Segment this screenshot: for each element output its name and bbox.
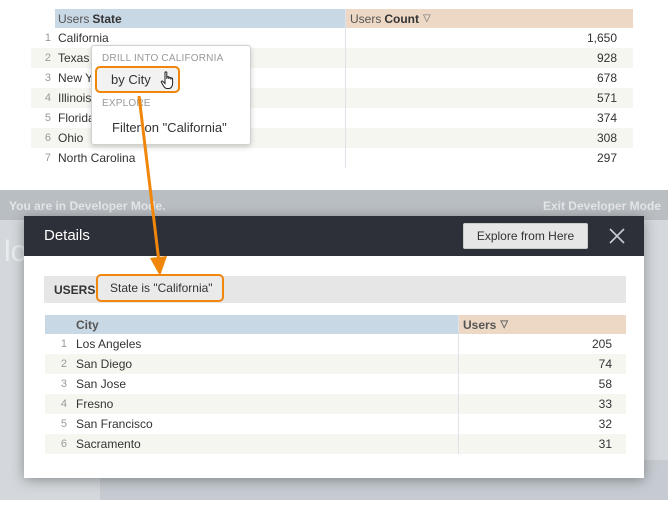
annotation-arrow <box>137 95 167 276</box>
